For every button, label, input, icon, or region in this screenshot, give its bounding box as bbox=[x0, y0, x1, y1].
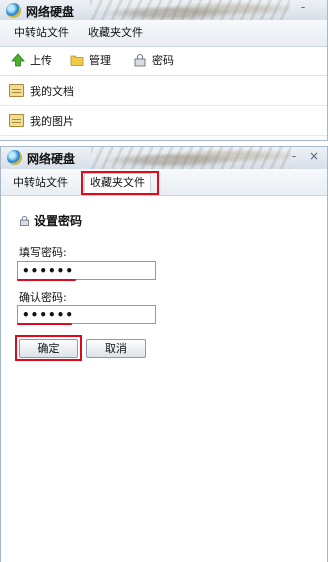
app-title: 网络硬盘 bbox=[27, 152, 76, 166]
title-decoration bbox=[91, 147, 291, 169]
minimize-button[interactable]: - bbox=[294, 0, 312, 16]
confirm-password-label: 确认密码: bbox=[19, 291, 67, 304]
upload-label: 上传 bbox=[30, 54, 52, 67]
underline-password bbox=[17, 279, 76, 281]
lock-icon bbox=[134, 53, 146, 67]
manage-button[interactable]: 管理 bbox=[70, 53, 111, 69]
password-button[interactable]: 密码 bbox=[133, 53, 174, 69]
manage-label: 管理 bbox=[89, 54, 111, 67]
folder-doc-icon bbox=[9, 114, 24, 127]
upload-arrow-icon bbox=[11, 53, 25, 67]
title-bar: 网络硬盘 - × bbox=[1, 147, 327, 169]
password-input[interactable]: •••••• bbox=[17, 261, 156, 280]
lock-icon bbox=[20, 216, 29, 226]
folder-label: 我的图片 bbox=[30, 115, 74, 128]
tab-transfer[interactable]: 中转站文件 bbox=[11, 174, 70, 192]
folder-doc-icon bbox=[9, 84, 24, 97]
tab-bar: 中转站文件 收藏夹文件 bbox=[1, 169, 327, 196]
tab-favorites[interactable]: 收藏夹文件 bbox=[86, 24, 145, 42]
underline-confirm bbox=[17, 323, 72, 325]
folder-icon bbox=[70, 55, 84, 66]
close-button[interactable]: × bbox=[305, 149, 323, 165]
highlight-favorites-tab bbox=[81, 171, 159, 195]
netdisk-icon bbox=[7, 150, 22, 165]
tab-transfer[interactable]: 中转站文件 bbox=[12, 24, 71, 42]
tab-bar: 中转站文件 收藏夹文件 bbox=[0, 20, 327, 47]
password-label: 密码 bbox=[152, 54, 174, 67]
cancel-button[interactable]: 取消 bbox=[86, 339, 146, 358]
app-title: 网络硬盘 bbox=[26, 5, 75, 19]
confirm-password-input[interactable]: •••••• bbox=[17, 305, 156, 324]
folder-my-documents[interactable]: 我的文档 bbox=[0, 76, 327, 106]
folder-label: 我的文档 bbox=[30, 85, 74, 98]
netdisk-icon bbox=[6, 3, 21, 18]
folder-my-pictures[interactable]: 我的图片 bbox=[0, 106, 327, 136]
highlight-ok-button bbox=[15, 335, 82, 361]
toolbar: 上传 管理 密码 bbox=[0, 47, 327, 76]
title-bar: 网络硬盘 - bbox=[0, 0, 327, 20]
fill-password-label: 填写密码: bbox=[19, 246, 67, 259]
form-title: 设置密码 bbox=[34, 214, 83, 228]
disk-window-top: 网络硬盘 - 中转站文件 收藏夹文件 上传 管理 密码 我的文档 我的图片 bbox=[0, 0, 328, 141]
title-decoration bbox=[90, 0, 290, 20]
minimize-button[interactable]: - bbox=[285, 149, 303, 165]
upload-button[interactable]: 上传 bbox=[11, 53, 52, 69]
